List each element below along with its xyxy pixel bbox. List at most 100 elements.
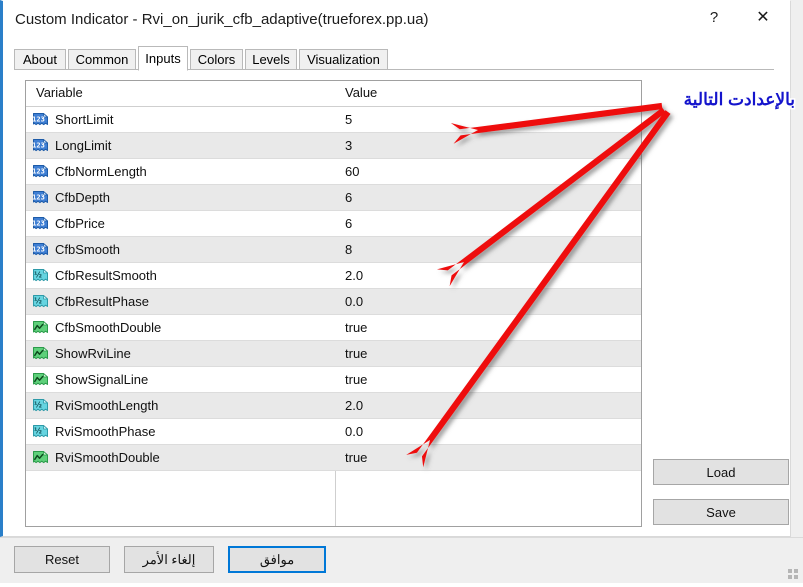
tab-colors[interactable]: Colors (190, 49, 243, 70)
variable-name: CfbSmooth (55, 242, 121, 257)
svg-text:123: 123 (32, 193, 45, 201)
cell-variable: ½ CfbResultPhase (32, 289, 149, 314)
ok-button[interactable]: موافق (228, 546, 326, 573)
load-button[interactable]: Load (653, 459, 789, 485)
table-row[interactable]: CfbSmoothDouble true (26, 315, 641, 341)
tab-label: About (23, 52, 57, 67)
tab-label: Common (75, 52, 129, 67)
cell-value[interactable]: true (345, 315, 367, 340)
table-row[interactable]: RviSmoothDouble true (26, 445, 641, 471)
reset-button[interactable]: Reset (14, 546, 110, 573)
window-title: Custom Indicator - Rvi_on_jurik_cfb_adap… (15, 11, 429, 28)
tab-label: Visualization (307, 52, 380, 67)
variable-name: CfbResultPhase (55, 294, 149, 309)
table-row[interactable]: ShowRviLine true (26, 341, 641, 367)
custom-indicator-dialog: Custom Indicator - Rvi_on_jurik_cfb_adap… (0, 0, 791, 537)
table-row[interactable]: ½ CfbResultPhase 0.0 (26, 289, 641, 315)
cell-variable: 123 LongLimit (32, 133, 111, 158)
table-row[interactable]: ½ CfbResultSmooth 2.0 (26, 263, 641, 289)
column-header-variable: Variable (36, 85, 83, 100)
cell-variable: ½ RviSmoothLength (32, 393, 158, 418)
tab-visualization[interactable]: Visualization (299, 49, 388, 70)
variable-name: CfbResultSmooth (55, 268, 157, 283)
svg-text:½: ½ (34, 296, 42, 305)
help-icon[interactable]: ? (691, 1, 737, 33)
dialog-footer: Reset إلغاء الأمر موافق (0, 537, 803, 583)
cell-value[interactable]: 6 (345, 211, 352, 236)
table-row[interactable]: 123 LongLimit 3 (26, 133, 641, 159)
boolean-icon (32, 450, 49, 466)
variable-name: RviSmoothPhase (55, 424, 156, 439)
tab-about[interactable]: About (14, 49, 66, 70)
cell-value[interactable]: 3 (345, 133, 352, 158)
float-icon: ½ (32, 268, 49, 284)
title-bar: Custom Indicator - Rvi_on_jurik_cfb_adap… (3, 1, 790, 39)
table-row[interactable]: ½ RviSmoothPhase 0.0 (26, 419, 641, 445)
cell-value[interactable]: 2.0 (345, 393, 363, 418)
cell-variable: CfbSmoothDouble (32, 315, 161, 340)
cell-value[interactable]: true (345, 367, 367, 392)
svg-text:123: 123 (32, 115, 45, 123)
tab-label: Colors (197, 52, 236, 67)
variable-name: ShowRviLine (55, 346, 131, 361)
table-row[interactable]: 123 ShortLimit 5 (26, 107, 641, 133)
integer-icon: 123 (32, 190, 49, 206)
cell-value[interactable]: true (345, 341, 367, 366)
boolean-icon (32, 320, 49, 336)
float-icon: ½ (32, 424, 49, 440)
screen: Custom Indicator - Rvi_on_jurik_cfb_adap… (0, 0, 803, 583)
variable-name: RviSmoothDouble (55, 450, 160, 465)
resize-grip-icon[interactable] (787, 568, 799, 580)
svg-text:123: 123 (32, 245, 45, 253)
variable-name: LongLimit (55, 138, 112, 153)
cell-variable: 123 CfbNormLength (32, 159, 147, 184)
integer-icon: 123 (32, 138, 49, 154)
integer-icon: 123 (32, 164, 49, 180)
table-row[interactable]: 123 CfbPrice 6 (26, 211, 641, 237)
tab-levels[interactable]: Levels (245, 49, 297, 70)
cell-value[interactable]: 8 (345, 237, 352, 262)
boolean-icon (32, 372, 49, 388)
cell-value[interactable]: 60 (345, 159, 359, 184)
boolean-icon (32, 346, 49, 362)
cell-variable: ShowSignalLine (32, 367, 148, 392)
tab-inputs[interactable]: Inputs (138, 46, 188, 71)
cell-variable: RviSmoothDouble (32, 445, 160, 470)
column-header-value: Value (345, 85, 378, 100)
svg-text:½: ½ (34, 400, 42, 409)
svg-text:½: ½ (34, 270, 42, 279)
svg-text:123: 123 (32, 219, 45, 227)
table-row[interactable]: 123 CfbSmooth 8 (26, 237, 641, 263)
cell-value[interactable]: 5 (345, 107, 352, 132)
tab-common[interactable]: Common (68, 49, 136, 70)
variable-name: ShowSignalLine (55, 372, 149, 387)
inputs-grid[interactable]: Variable Value 123 ShortLimit 5 123 LongLimi… (25, 80, 642, 527)
svg-text:½: ½ (34, 426, 42, 435)
cell-variable: ½ RviSmoothPhase (32, 419, 155, 444)
cancel-button[interactable]: إلغاء الأمر (124, 546, 214, 573)
float-icon: ½ (32, 398, 49, 414)
grid-header-row: Variable Value (26, 81, 641, 107)
grid-body: 123 ShortLimit 5 123 LongLimit 3 123 CfbNormLen… (26, 107, 641, 471)
cell-variable: 123 CfbDepth (32, 185, 110, 210)
cell-value[interactable]: 6 (345, 185, 352, 210)
table-row[interactable]: ½ RviSmoothLength 2.0 (26, 393, 641, 419)
variable-name: ShortLimit (55, 112, 114, 127)
tab-strip: About Common Inputs Colors Levels Visualizati… (14, 46, 774, 71)
cell-variable: 123 CfbSmooth (32, 237, 120, 262)
variable-name: CfbSmoothDouble (55, 320, 162, 335)
cell-value[interactable]: 0.0 (345, 289, 363, 314)
table-row[interactable]: 123 CfbDepth 6 (26, 185, 641, 211)
table-row[interactable]: ShowSignalLine true (26, 367, 641, 393)
variable-name: RviSmoothLength (55, 398, 159, 413)
close-icon[interactable]: ✕ (740, 1, 786, 33)
cell-value[interactable]: true (345, 445, 367, 470)
cell-variable: 123 CfbPrice (32, 211, 105, 236)
save-button[interactable]: Save (653, 499, 789, 525)
variable-name: CfbNormLength (55, 164, 147, 179)
cell-value[interactable]: 2.0 (345, 263, 363, 288)
tab-label: Levels (252, 52, 290, 67)
cell-value[interactable]: 0.0 (345, 419, 363, 444)
cell-variable: ½ CfbResultSmooth (32, 263, 157, 288)
table-row[interactable]: 123 CfbNormLength 60 (26, 159, 641, 185)
